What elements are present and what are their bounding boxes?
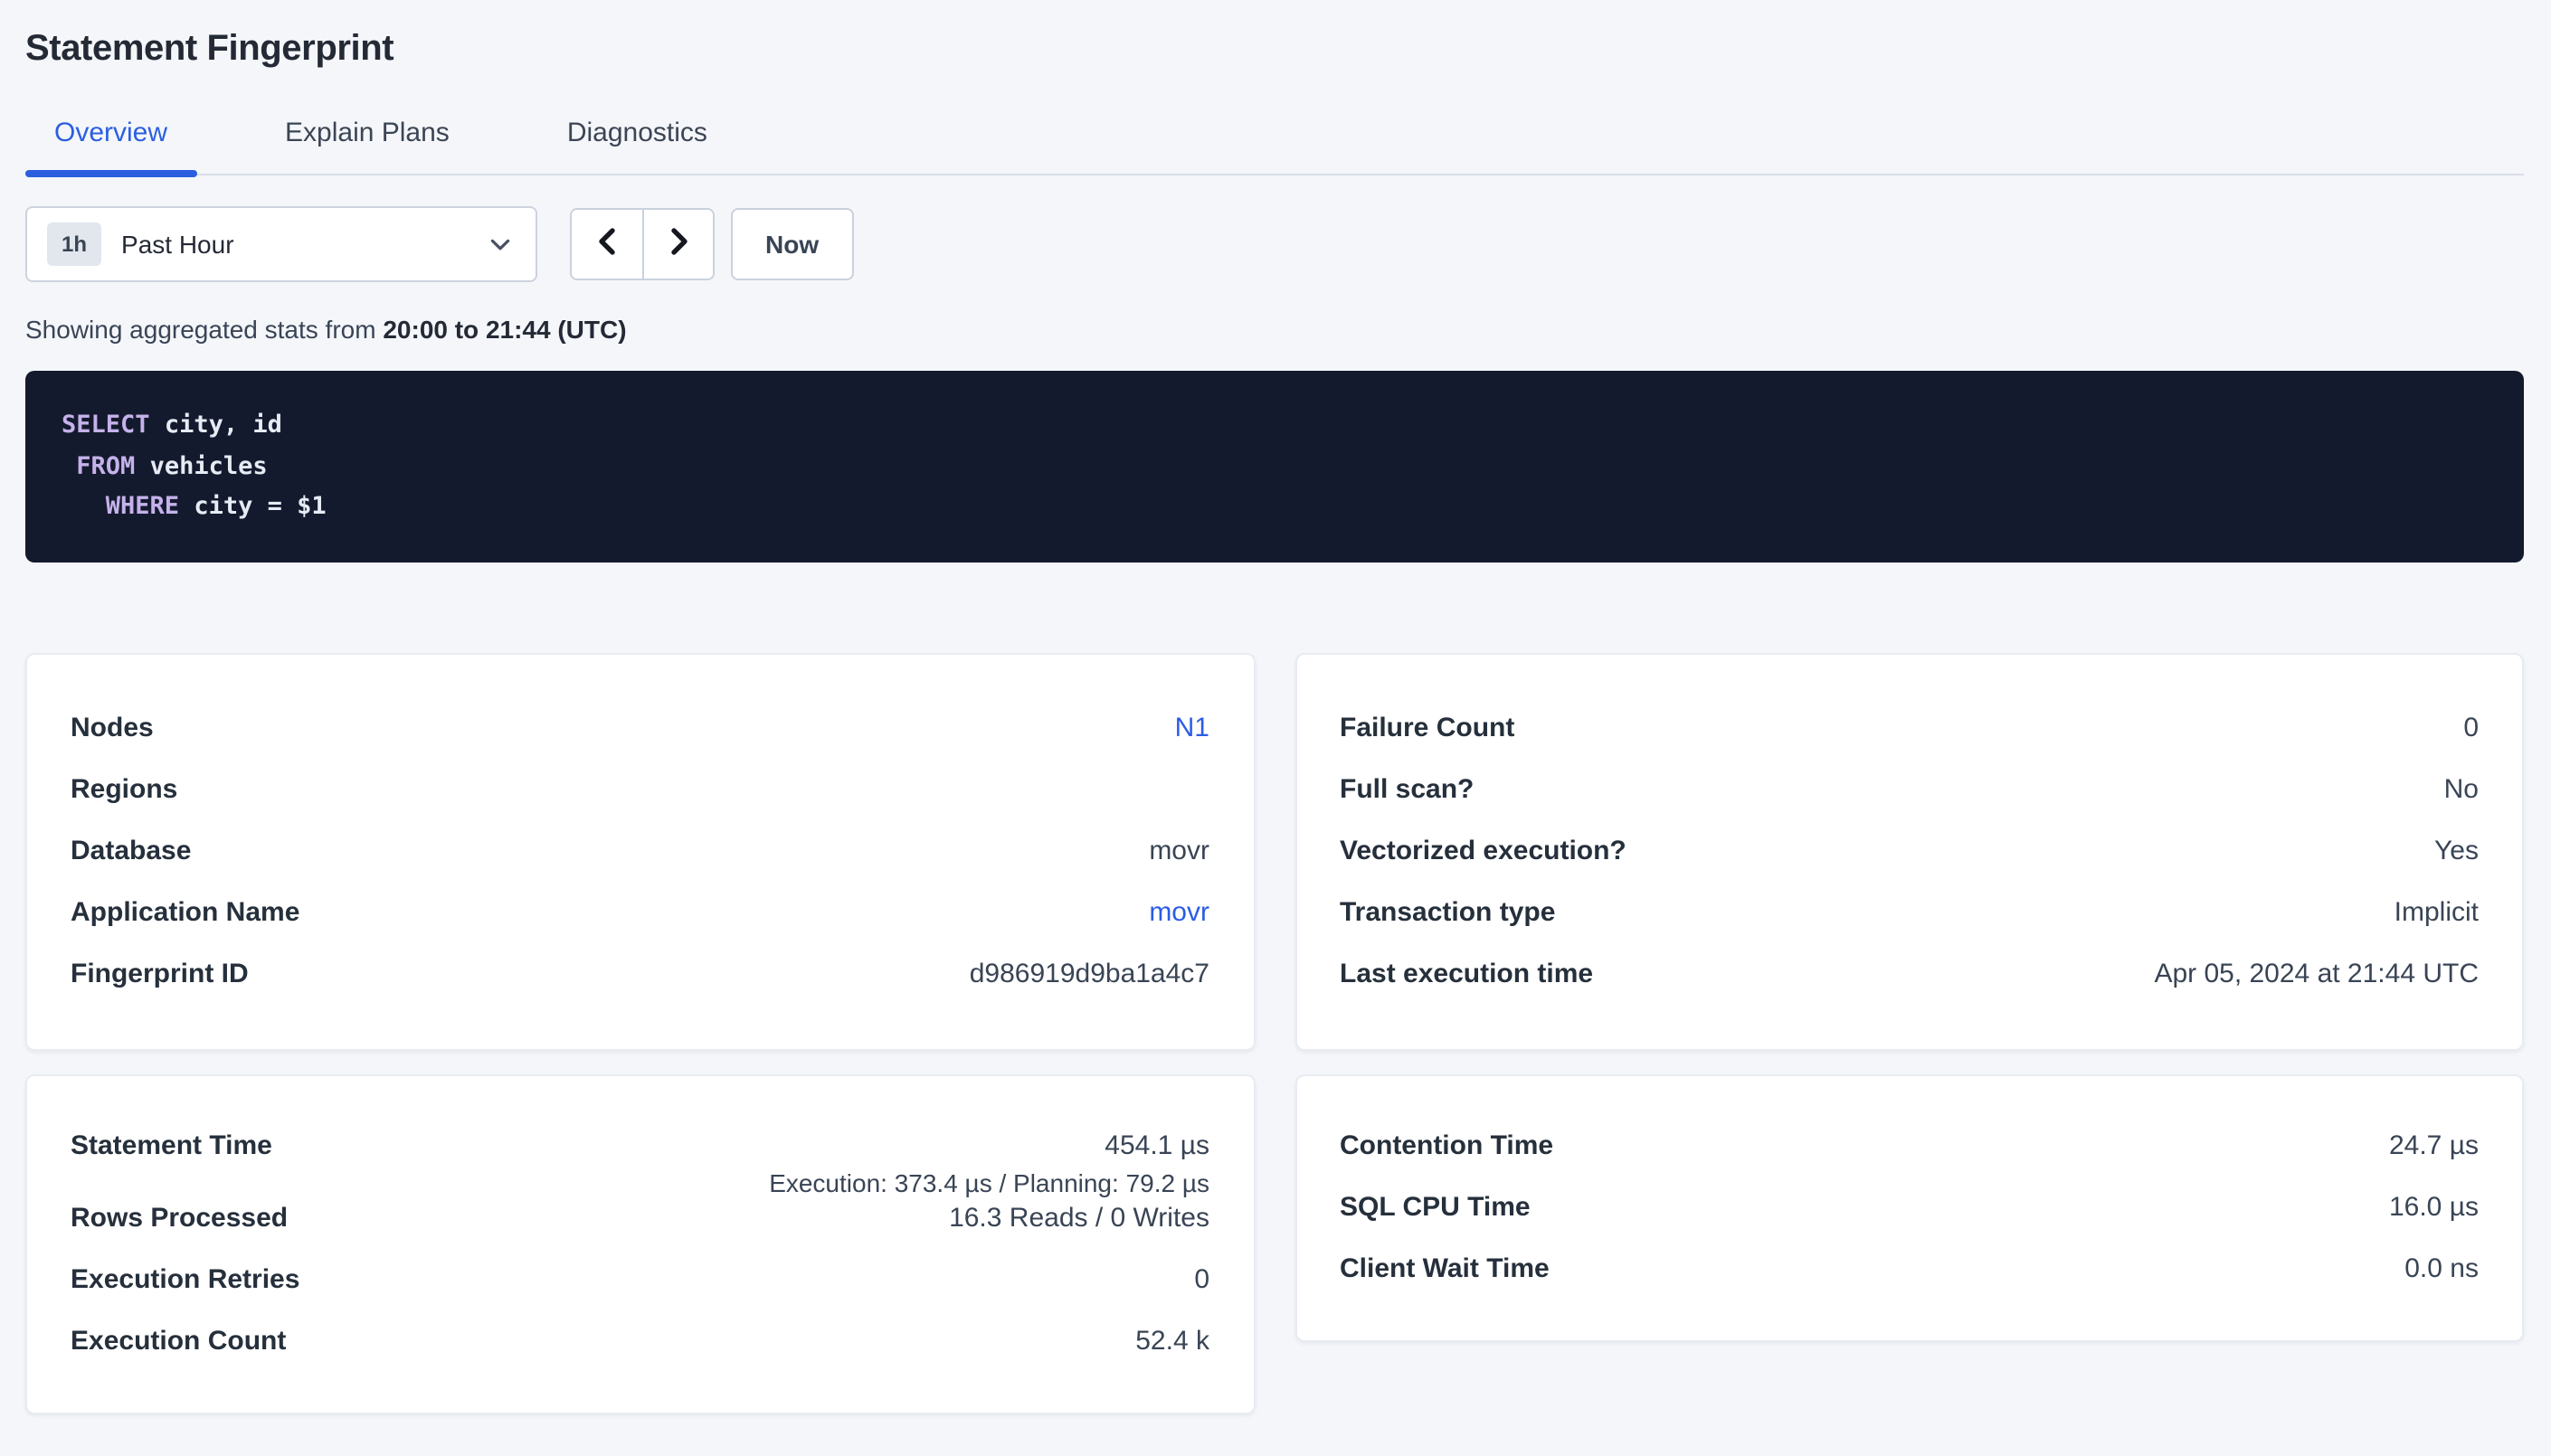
card-row-application-name: Application Name movr (71, 894, 1209, 931)
tab-diagnostics[interactable]: Diagnostics (538, 116, 736, 174)
statement-fingerprint-page: Statement Fingerprint Overview Explain P… (0, 0, 2551, 1456)
summary-cards-grid: Nodes N1 Regions Database movr Applicati… (25, 652, 2524, 1413)
chevron-left-icon (595, 226, 619, 262)
node-link[interactable]: N1 (1175, 710, 1209, 746)
prev-interval-button[interactable] (572, 210, 642, 279)
tab-overview-label: Overview (54, 118, 167, 148)
row-label: Rows Processed (71, 1200, 288, 1236)
row-value: 52.4 k (1135, 1323, 1209, 1359)
row-label: Execution Retries (71, 1262, 299, 1298)
aggregated-stats-line: Showing aggregated stats from 20:00 to 2… (25, 313, 2524, 345)
card-row-transaction-type: Transaction type Implicit (1340, 894, 2479, 931)
stats-line-prefix: Showing aggregated stats from (25, 315, 376, 344)
card-row-execution-count: Execution Count 52.4 k (71, 1323, 1209, 1359)
card-row-execution-retries: Execution Retries 0 (71, 1262, 1209, 1298)
interval-label: Past Hour (121, 230, 234, 259)
row-value: movr (1149, 833, 1209, 869)
row-label: Nodes (71, 710, 154, 746)
card-row-contention-time: Contention Time 24.7 µs (1340, 1128, 2479, 1164)
row-value: Implicit (2395, 894, 2479, 931)
row-label: Database (71, 833, 191, 869)
row-label: Transaction type (1340, 894, 1555, 931)
row-value: 16.0 µs (2389, 1189, 2479, 1225)
sql-text (62, 451, 76, 480)
row-label: Fingerprint ID (71, 956, 249, 992)
row-value: No (2444, 771, 2479, 808)
sql-text: city = $1 (179, 492, 327, 521)
row-label: Regions (71, 771, 177, 808)
row-label: Vectorized execution? (1340, 833, 1626, 869)
row-value: 0 (1194, 1262, 1209, 1298)
time-interval-dropdown[interactable]: 1h Past Hour (25, 206, 537, 282)
tab-explain-plans[interactable]: Explain Plans (256, 116, 479, 174)
attributes-card: Failure Count 0 Full scan? No Vectorized… (1294, 652, 2524, 1050)
card-row-nodes: Nodes N1 (71, 710, 1209, 746)
row-label: Failure Count (1340, 710, 1514, 746)
row-label: Application Name (71, 894, 299, 931)
statement-time-breakdown: Execution: 373.4 µs / Planning: 79.2 µs (71, 1164, 1209, 1200)
sql-line: FROM vehicles (62, 446, 2488, 487)
card-row-last-execution-time: Last execution time Apr 05, 2024 at 21:4… (1340, 956, 2479, 992)
row-label: SQL CPU Time (1340, 1189, 1531, 1225)
row-value: Yes (2434, 833, 2479, 869)
sql-line: WHERE city = $1 (62, 487, 2488, 527)
card-row-rows-processed: Rows Processed 16.3 Reads / 0 Writes (71, 1200, 1209, 1236)
chevron-down-icon (490, 238, 510, 251)
card-row-client-wait-time: Client Wait Time 0.0 ns (1340, 1251, 2479, 1287)
card-row-vectorized: Vectorized execution? Yes (1340, 833, 2479, 869)
row-value: d986919d9ba1a4c7 (970, 956, 1209, 992)
sql-text (62, 492, 106, 521)
row-label: Contention Time (1340, 1128, 1553, 1164)
card-row-fingerprint-id: Fingerprint ID d986919d9ba1a4c7 (71, 956, 1209, 992)
application-link[interactable]: movr (1149, 894, 1209, 931)
row-value: 0 (2463, 710, 2479, 746)
interval-step-group (570, 208, 715, 280)
card-row-regions: Regions (71, 771, 1209, 808)
sql-keyword: SELECT (62, 411, 150, 440)
row-label: Statement Time (71, 1128, 272, 1164)
tab-explain-plans-label: Explain Plans (285, 118, 450, 148)
card-row-database: Database movr (71, 833, 1209, 869)
chevron-right-icon (667, 226, 690, 262)
next-interval-button[interactable] (642, 210, 713, 279)
row-value: 454.1 µs (1105, 1128, 1209, 1164)
tab-overview[interactable]: Overview (25, 116, 196, 174)
page-title: Statement Fingerprint (25, 0, 2524, 71)
sql-text: city, id (150, 411, 282, 440)
tab-bar: Overview Explain Plans Diagnostics (25, 116, 2524, 175)
card-row-full-scan: Full scan? No (1340, 771, 2479, 808)
time-stats-card: Contention Time 24.7 µs SQL CPU Time 16.… (1294, 1073, 2524, 1341)
row-value: 24.7 µs (2389, 1128, 2479, 1164)
details-card: Nodes N1 Regions Database movr Applicati… (25, 652, 1255, 1050)
stats-line-range: 20:00 to 21:44 (UTC) (383, 315, 626, 344)
row-label: Execution Count (71, 1323, 286, 1359)
card-row-failure-count: Failure Count 0 (1340, 710, 2479, 746)
sql-keyword: WHERE (106, 492, 179, 521)
sql-text: vehicles (135, 451, 267, 480)
row-label: Full scan? (1340, 771, 1474, 808)
now-button[interactable]: Now (731, 208, 853, 280)
row-label: Client Wait Time (1340, 1251, 1550, 1287)
interval-badge: 1h (47, 222, 101, 266)
row-value: Apr 05, 2024 at 21:44 UTC (2154, 956, 2479, 992)
row-value: 16.3 Reads / 0 Writes (949, 1200, 1209, 1236)
sql-keyword: FROM (76, 451, 135, 480)
card-row-sql-cpu-time: SQL CPU Time 16.0 µs (1340, 1189, 2479, 1225)
sql-line: SELECT city, id (62, 405, 2488, 446)
row-value: 0.0 ns (2404, 1251, 2479, 1287)
card-row-statement-time: Statement Time 454.1 µs (71, 1128, 1209, 1164)
sql-statement: SELECT city, id FROM vehicles WHERE city… (25, 371, 2524, 562)
tab-diagnostics-label: Diagnostics (567, 118, 707, 148)
time-toolbar: 1h Past Hour Now (25, 206, 2524, 282)
row-label: Last execution time (1340, 956, 1593, 992)
statement-stats-card: Statement Time 454.1 µs Execution: 373.4… (25, 1073, 1255, 1413)
